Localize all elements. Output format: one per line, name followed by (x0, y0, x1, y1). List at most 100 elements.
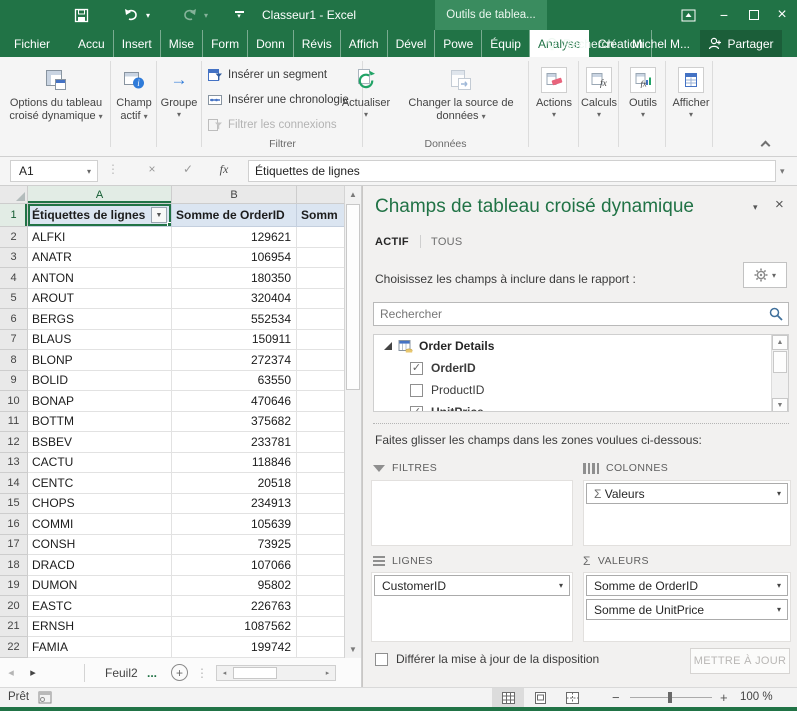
sheet-tab[interactable]: Feuil2 (105, 666, 141, 680)
share-button[interactable]: Partager (700, 30, 782, 57)
save-button[interactable] (70, 5, 92, 25)
customer-cell[interactable]: COMMI (28, 514, 172, 535)
pivot-options-button[interactable]: Options du tableau croisé dynamique ▾ (4, 60, 108, 123)
zoom-out-button[interactable]: − (612, 690, 620, 705)
add-sheet-button[interactable]: + (171, 664, 188, 681)
maximize-button[interactable] (740, 0, 768, 30)
partial-cell[interactable] (297, 473, 344, 494)
minimize-button[interactable]: − (710, 0, 738, 30)
tab-donnees[interactable]: Donn (248, 30, 294, 57)
pill-values[interactable]: Σ Valeurs ▾ (586, 483, 788, 504)
customer-cell[interactable]: DUMON (28, 576, 172, 597)
customer-cell[interactable]: BLAUS (28, 330, 172, 351)
columns-zone[interactable]: Σ Valeurs ▾ (583, 480, 791, 546)
insert-timeline-button[interactable]: Insérer une chronologie (207, 88, 359, 111)
partial-cell[interactable] (297, 617, 344, 638)
value-cell[interactable]: 233781 (172, 432, 297, 453)
scroll-up-icon[interactable]: ▲ (345, 186, 361, 203)
partial-cell[interactable] (297, 596, 344, 617)
scroll-up-icon[interactable]: ▲ (772, 335, 788, 350)
filters-zone[interactable] (371, 480, 573, 546)
partial-cell[interactable] (297, 555, 344, 576)
sheet-nav-right-icon[interactable]: ▸ (22, 666, 44, 679)
value-cell[interactable]: 107066 (172, 555, 297, 576)
customer-cell[interactable]: CHOPS (28, 494, 172, 515)
partial-cell[interactable] (297, 432, 344, 453)
formula-input[interactable]: Étiquettes de lignes (248, 160, 776, 182)
pill-somme-orderid[interactable]: Somme de OrderID ▾ (586, 575, 788, 596)
tab-insertion[interactable]: Insert (114, 30, 161, 57)
undo-button[interactable] (120, 5, 142, 25)
page-layout-view-button[interactable] (524, 688, 556, 707)
pane-close-icon[interactable]: × (775, 196, 784, 213)
column-header-c-partial[interactable] (297, 186, 344, 204)
insert-slicer-button[interactable]: Insérer un segment (207, 63, 359, 86)
customer-cell[interactable]: BLONP (28, 350, 172, 371)
field-list-scrollbar[interactable]: ▲ ▼ (771, 335, 788, 412)
cell-b1[interactable]: Somme de OrderID (172, 204, 297, 227)
pane-options-caret-icon[interactable]: ▾ (753, 202, 758, 213)
customer-cell[interactable]: ANTON (28, 268, 172, 289)
value-cell[interactable]: 73925 (172, 535, 297, 556)
customer-cell[interactable]: CENTC (28, 473, 172, 494)
chevron-down-icon[interactable]: ▾ (559, 581, 563, 590)
row-header[interactable]: 11 (0, 412, 28, 433)
tab-tous[interactable]: TOUS (431, 236, 463, 248)
customer-cell[interactable]: BOLID (28, 371, 172, 392)
checkbox-checked[interactable]: ✓ (410, 362, 423, 375)
insert-function-button[interactable]: fx (214, 162, 234, 177)
value-cell[interactable]: 552534 (172, 309, 297, 330)
horizontal-scrollbar[interactable]: ◂ ▸ (216, 665, 336, 681)
partial-cell[interactable] (297, 289, 344, 310)
horizontal-scroll-thumb[interactable] (233, 667, 277, 679)
expand-formula-bar-icon[interactable]: ▾ (780, 166, 785, 177)
expand-triangle-icon[interactable] (384, 342, 392, 350)
customer-cell[interactable]: ERNSH (28, 617, 172, 638)
tell-me-button[interactable]: Recherch (546, 30, 614, 57)
row-header-1[interactable]: 1 (0, 204, 28, 227)
tab-power[interactable]: Powe (435, 30, 482, 57)
page-break-view-button[interactable] (556, 688, 588, 707)
tab-fichier[interactable]: Fichier (0, 30, 64, 57)
scroll-left-icon[interactable]: ◂ (217, 666, 232, 680)
values-zone[interactable]: Somme de OrderID ▾ Somme de UnitPrice ▾ (583, 572, 791, 642)
search-input[interactable] (374, 303, 764, 325)
tab-formules[interactable]: Form (203, 30, 248, 57)
partial-cell[interactable] (297, 494, 344, 515)
tools-button[interactable]: fx Outils ▾ (622, 60, 664, 119)
partial-cell[interactable] (297, 371, 344, 392)
customer-cell[interactable]: FAMIA (28, 637, 172, 658)
pill-customerid[interactable]: CustomerID ▾ (374, 575, 570, 596)
filter-dropdown-button[interactable]: ▼ (151, 207, 167, 223)
redo-button[interactable] (178, 5, 200, 25)
row-header[interactable]: 20 (0, 596, 28, 617)
macro-record-icon[interactable] (38, 691, 52, 707)
chevron-down-icon[interactable]: ▾ (777, 605, 781, 614)
tools-dropdown-button[interactable]: ▾ (743, 262, 787, 288)
cell-a1-selected[interactable]: Étiquettes de lignes ▼ (28, 204, 172, 227)
zoom-slider-thumb[interactable] (668, 692, 672, 703)
partial-cell[interactable] (297, 227, 344, 248)
scroll-down-icon[interactable]: ▼ (772, 398, 788, 412)
value-cell[interactable]: 320404 (172, 289, 297, 310)
search-icon[interactable] (769, 307, 783, 321)
value-cell[interactable]: 1087562 (172, 617, 297, 638)
value-cell[interactable]: 375682 (172, 412, 297, 433)
row-header[interactable]: 6 (0, 309, 28, 330)
customer-cell[interactable]: AROUT (28, 289, 172, 310)
customer-cell[interactable]: CACTU (28, 453, 172, 474)
group-button[interactable]: → Groupe ▾ (158, 60, 200, 119)
partial-cell[interactable] (297, 330, 344, 351)
value-cell[interactable]: 106954 (172, 248, 297, 269)
user-name[interactable]: Michel M... (632, 30, 690, 57)
value-cell[interactable]: 199742 (172, 637, 297, 658)
customize-qat-button[interactable]: ▾ (228, 5, 250, 25)
value-cell[interactable]: 180350 (172, 268, 297, 289)
value-cell[interactable]: 118846 (172, 453, 297, 474)
chevron-down-icon[interactable]: ▾ (777, 581, 781, 590)
scroll-right-icon[interactable]: ▸ (320, 666, 335, 680)
normal-view-button[interactable] (492, 688, 524, 707)
fill-handle[interactable] (167, 222, 172, 227)
close-button[interactable]: × (768, 0, 796, 30)
row-header[interactable]: 7 (0, 330, 28, 351)
